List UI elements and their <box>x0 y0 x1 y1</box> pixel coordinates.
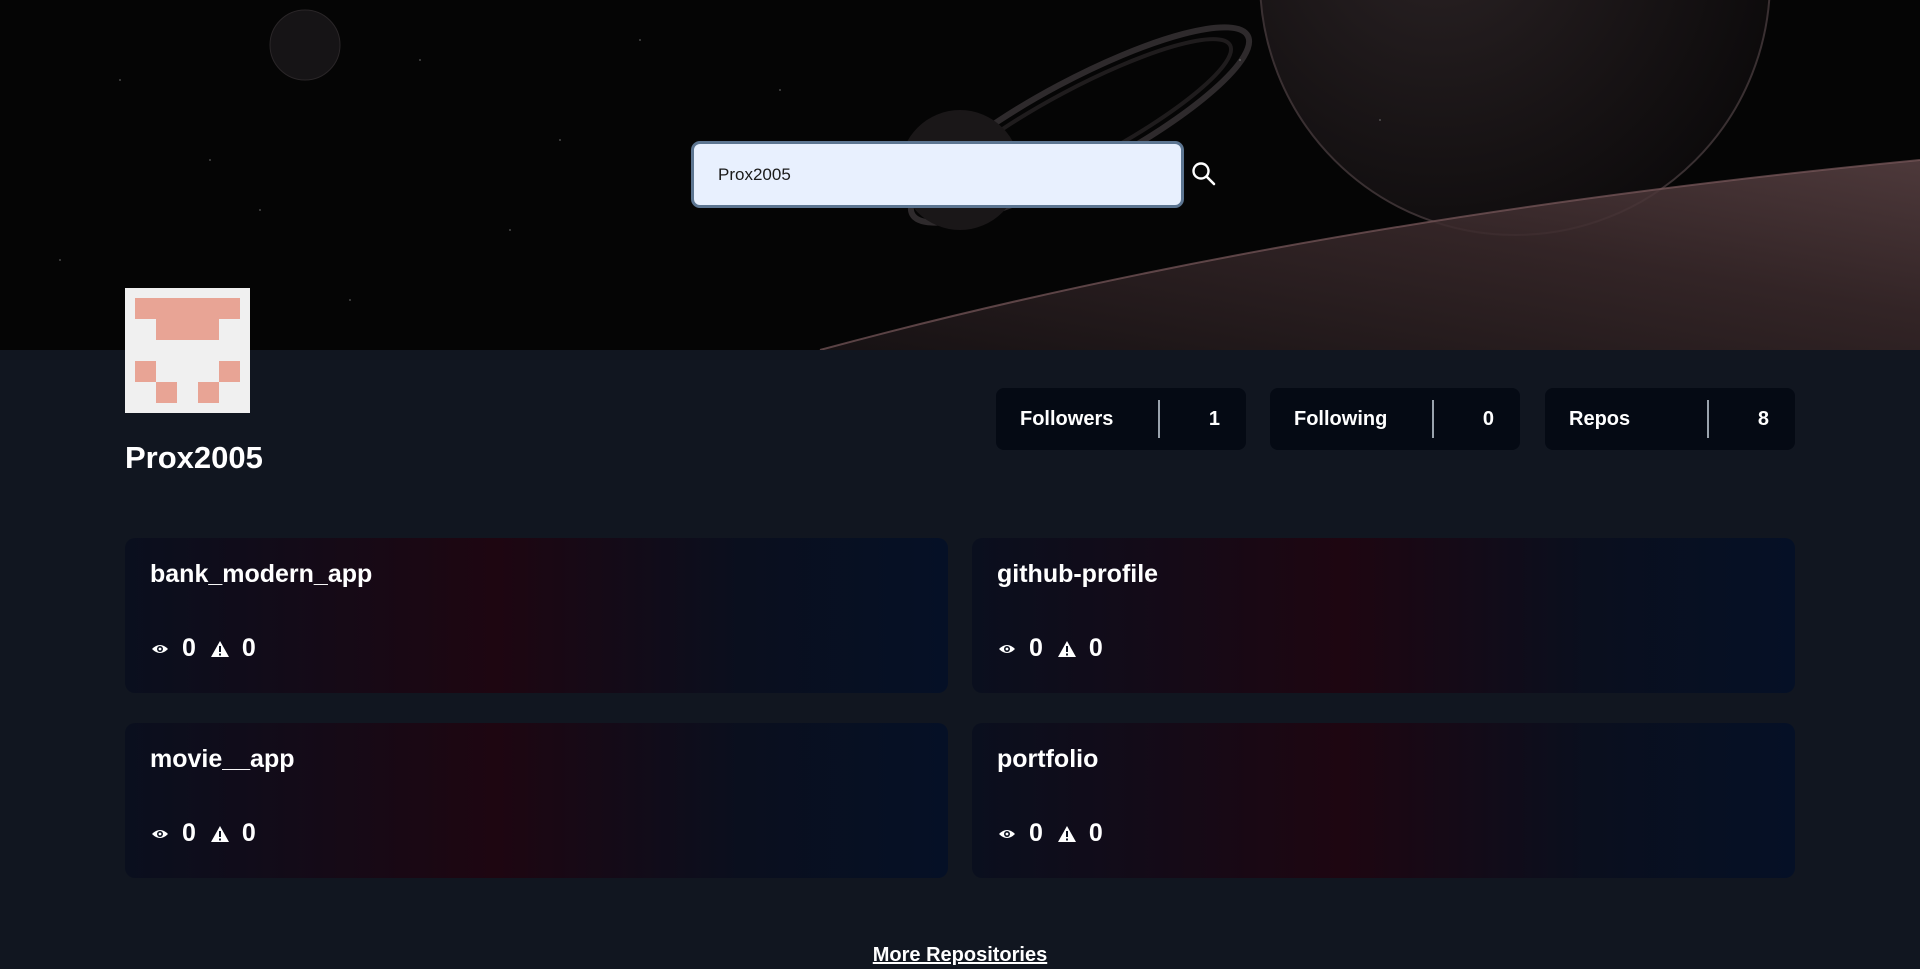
search-bar <box>691 141 1184 208</box>
stat-following: Following 0 <box>1270 388 1520 450</box>
eye-icon <box>997 639 1017 659</box>
repo-name[interactable]: movie__app <box>150 745 295 774</box>
watchers-count: 0 <box>182 634 196 662</box>
stat-repos: Repos 8 <box>1545 388 1795 450</box>
more-repositories-link[interactable]: More Repositories <box>873 944 1047 966</box>
repo-name[interactable]: bank_modern_app <box>150 560 372 589</box>
issues-count: 0 <box>1088 819 1103 847</box>
repo-stats: 0 0 <box>997 819 1117 848</box>
search-input[interactable] <box>691 141 1184 208</box>
profile-username: Prox2005 <box>125 440 263 475</box>
stat-value: 1 <box>1208 407 1220 430</box>
repo-stats: 0 0 <box>997 634 1117 663</box>
repo-stats: 0 0 <box>150 819 270 848</box>
repo-card[interactable]: github-profile 0 0 <box>972 538 1795 693</box>
issues-count: 0 <box>241 634 256 662</box>
eye-icon <box>150 639 170 659</box>
stat-label: Repos <box>1569 407 1631 430</box>
issues-count: 0 <box>241 819 256 847</box>
more-repositories: More Repositories <box>0 944 1920 967</box>
stat-value: 8 <box>1757 407 1769 430</box>
repo-stats: 0 0 <box>150 634 270 663</box>
repo-name[interactable]: github-profile <box>997 560 1158 589</box>
warning-triangle-icon <box>1057 824 1077 844</box>
warning-triangle-icon <box>210 639 230 659</box>
avatar <box>125 288 250 413</box>
repo-card[interactable]: portfolio 0 0 <box>972 723 1795 878</box>
warning-triangle-icon <box>1057 639 1077 659</box>
stat-label: Following <box>1294 407 1388 430</box>
watchers-count: 0 <box>182 819 196 847</box>
repo-card[interactable]: bank_modern_app 0 0 <box>125 538 948 693</box>
repo-name[interactable]: portfolio <box>997 745 1098 774</box>
eye-icon <box>997 824 1017 844</box>
search-icon <box>1192 162 1216 186</box>
warning-triangle-icon <box>210 824 230 844</box>
repo-card[interactable]: movie__app 0 0 <box>125 723 948 878</box>
stat-followers: Followers 1 <box>996 388 1246 450</box>
avatar-identicon <box>135 298 240 403</box>
search-button[interactable] <box>1188 158 1220 190</box>
eye-icon <box>150 824 170 844</box>
issues-count: 0 <box>1088 634 1103 662</box>
watchers-count: 0 <box>1029 819 1043 847</box>
stat-label: Followers <box>1020 407 1114 430</box>
stat-value: 0 <box>1482 407 1494 430</box>
watchers-count: 0 <box>1029 634 1043 662</box>
